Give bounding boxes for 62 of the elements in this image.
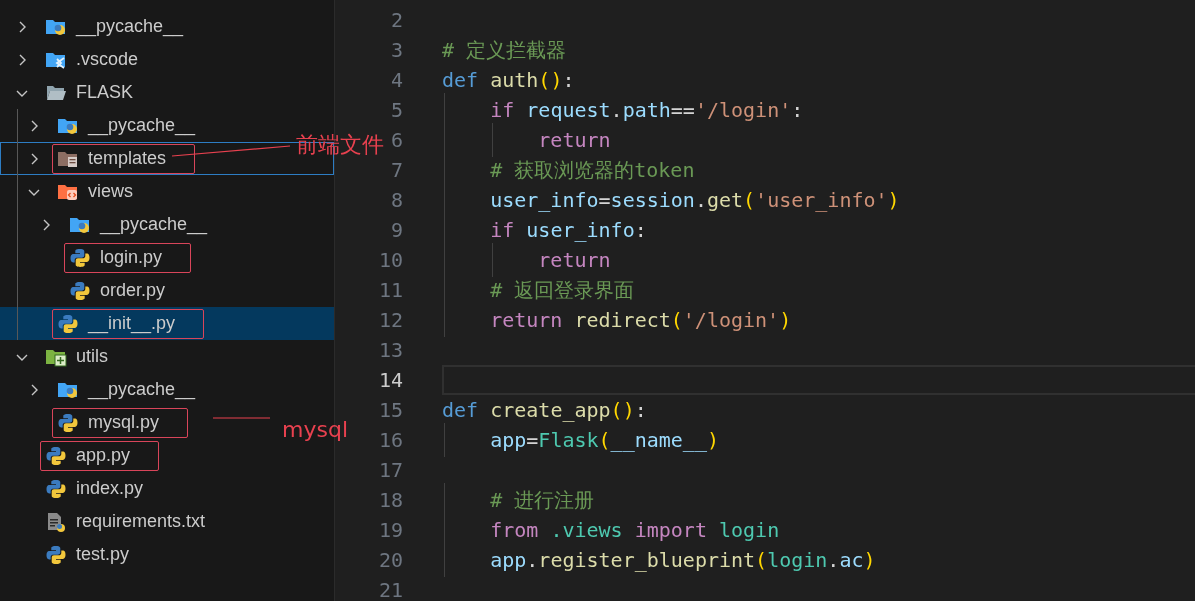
python-icon bbox=[45, 444, 67, 467]
tree-item[interactable]: .vscode bbox=[40, 44, 168, 75]
line-number: 12 bbox=[378, 308, 403, 332]
tree-item[interactable]: test.py bbox=[40, 539, 159, 570]
tree-item[interactable]: mysql.py bbox=[52, 407, 188, 438]
line-number: 4 bbox=[390, 68, 403, 92]
tree-item[interactable]: utils bbox=[40, 341, 137, 372]
leader-line bbox=[212, 417, 271, 419]
line-number: 14 bbox=[378, 368, 403, 392]
tree-item[interactable]: __pycache__ bbox=[52, 110, 225, 141]
line-number: 6 bbox=[390, 128, 403, 152]
line-number: 8 bbox=[390, 188, 403, 212]
code-line: # 返回登录界面 bbox=[489, 276, 635, 304]
line-number: 15 bbox=[378, 398, 403, 422]
line-number: 11 bbox=[378, 278, 403, 302]
code-line: from .views import login bbox=[489, 518, 780, 542]
tree-item[interactable]: order.py bbox=[64, 275, 195, 306]
line-number: 2 bbox=[390, 8, 403, 32]
python-icon bbox=[57, 312, 79, 335]
annotation-label: mysql bbox=[282, 417, 348, 442]
tree-item[interactable]: requirements.txt bbox=[40, 506, 235, 537]
code-line: def auth(): bbox=[442, 68, 575, 92]
line-number: 20 bbox=[378, 548, 403, 572]
tree-item[interactable]: login.py bbox=[64, 242, 192, 273]
python-icon bbox=[57, 411, 79, 434]
tree-item[interactable]: templates bbox=[52, 143, 196, 174]
line-number: 21 bbox=[378, 578, 403, 601]
text-file-icon bbox=[45, 510, 67, 533]
python-icon bbox=[45, 477, 67, 500]
line-number: 17 bbox=[378, 458, 403, 482]
code-line: return bbox=[537, 248, 611, 272]
code-line: def create_app(): bbox=[442, 398, 647, 422]
line-number: 19 bbox=[378, 518, 403, 542]
line-number: 16 bbox=[378, 428, 403, 452]
tree-item[interactable]: __pycache__ bbox=[52, 374, 225, 405]
line-number: 10 bbox=[378, 248, 403, 272]
code-line: return bbox=[537, 128, 611, 152]
python-icon bbox=[69, 279, 91, 302]
code-line: # 进行注册 bbox=[489, 486, 595, 514]
tree-item[interactable]: __pycache__ bbox=[40, 11, 213, 42]
tree-item[interactable]: index.py bbox=[40, 473, 173, 504]
tree-item[interactable]: __pycache__ bbox=[64, 209, 237, 240]
code-line: app=Flask(__name__) bbox=[489, 428, 719, 452]
line-number: 7 bbox=[390, 158, 403, 182]
line-number: 5 bbox=[390, 98, 403, 122]
code-line: app.register_blueprint(login.ac) bbox=[489, 548, 876, 572]
line-number: 18 bbox=[378, 488, 403, 512]
code-line: # 获取浏览器的token bbox=[489, 156, 695, 184]
code-line: if user_info: bbox=[489, 218, 647, 242]
code-line: user_info=session.get('user_info') bbox=[489, 188, 900, 212]
line-number: 3 bbox=[390, 38, 403, 62]
code-line: # 定义拦截器 bbox=[442, 36, 567, 64]
tree-item[interactable]: __init__.py bbox=[52, 308, 205, 339]
code-line: return redirect('/login') bbox=[489, 308, 792, 332]
tree-item[interactable]: FLASK bbox=[40, 77, 163, 108]
code-line: if request.path=='/login': bbox=[489, 98, 804, 122]
line-number: 13 bbox=[378, 338, 403, 362]
line-number: 9 bbox=[390, 218, 403, 242]
tree-item[interactable]: views bbox=[52, 176, 162, 207]
python-icon bbox=[69, 246, 91, 269]
tree-item[interactable]: app.py bbox=[40, 440, 160, 471]
python-icon bbox=[45, 543, 67, 566]
